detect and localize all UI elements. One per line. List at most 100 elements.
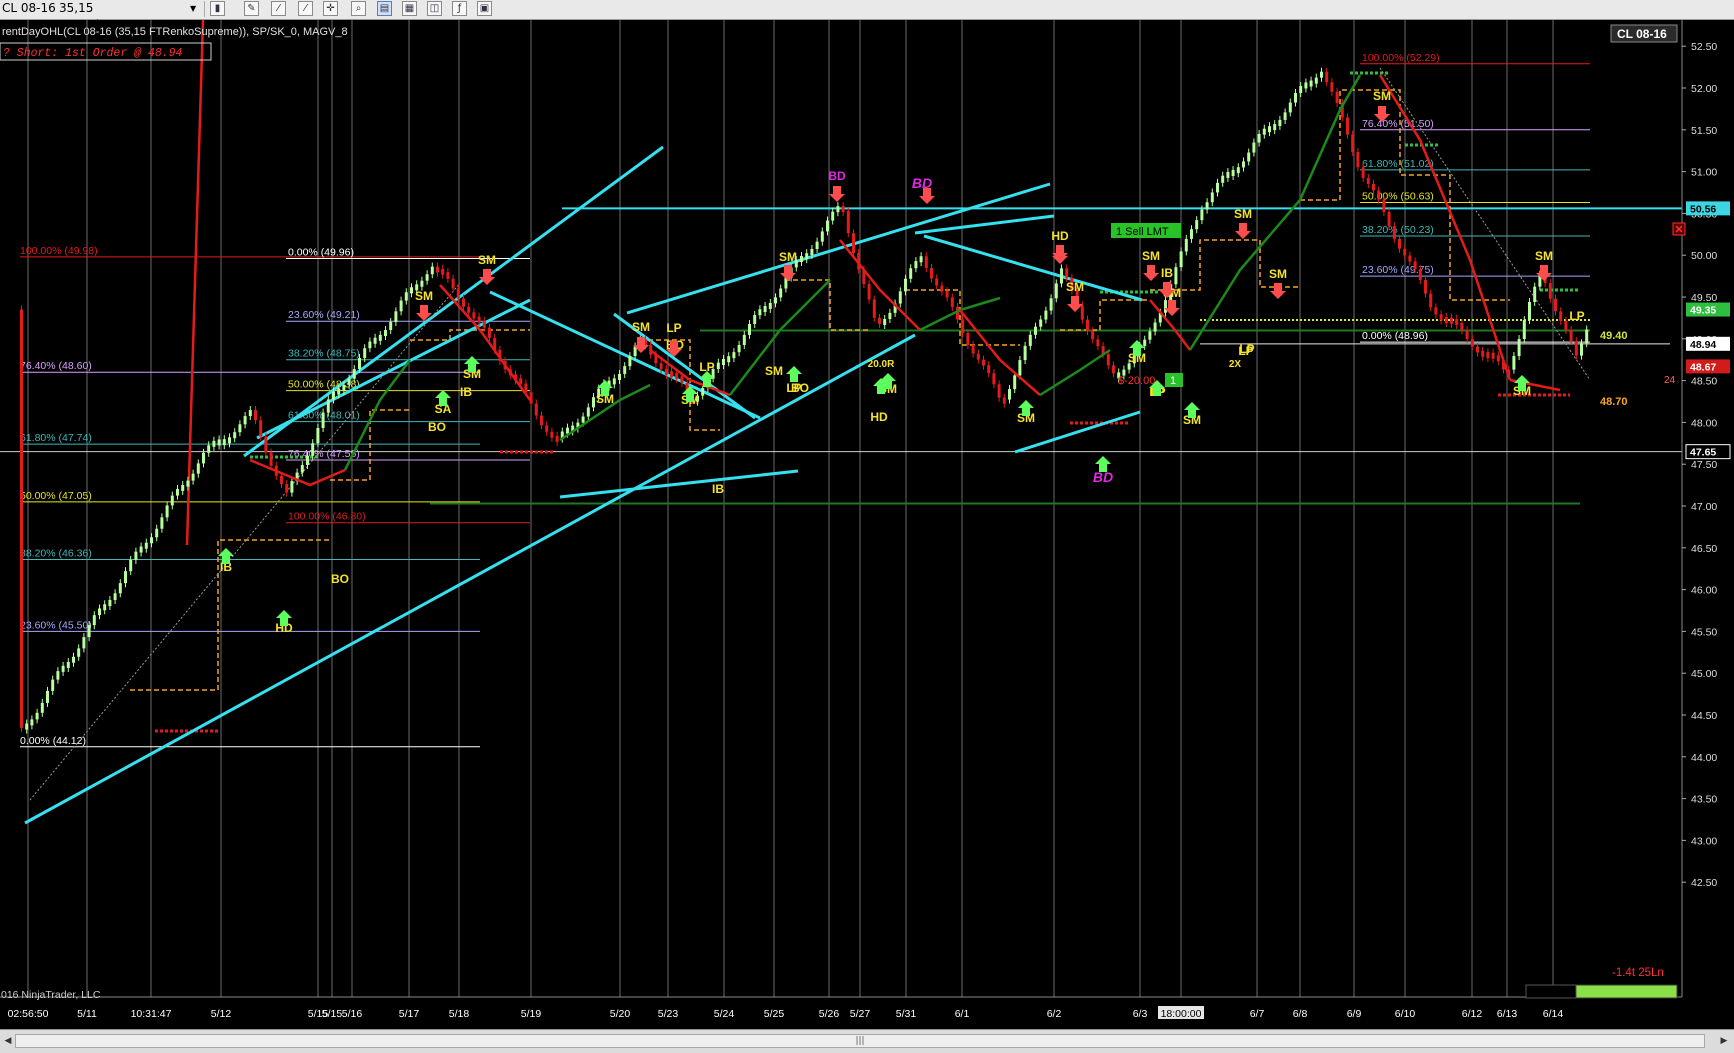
price-tag-label: 48.94 (1690, 339, 1716, 351)
chart-trader-icon[interactable]: ▤ (377, 1, 392, 16)
trade-signal-label: SM (1269, 267, 1287, 281)
up-bar (368, 341, 372, 349)
down-bar (1086, 319, 1089, 332)
up-bar (701, 388, 705, 396)
down-bar (971, 344, 975, 354)
x-axis-tick-label: 5/24 (714, 1008, 735, 1020)
up-bar (1314, 77, 1318, 84)
x-axis-tick-label: 6/10 (1395, 1008, 1416, 1020)
down-bar (846, 210, 850, 234)
trade-signal-label: SM (1234, 207, 1252, 221)
x-axis-tick-label: 6/3 (1133, 1008, 1148, 1020)
fib-level-label: 61.80% (47.74) (20, 432, 92, 444)
zoom-icon[interactable]: ⌕ (351, 1, 366, 16)
up-bar (430, 266, 434, 275)
x-axis-tick-label: 6/8 (1293, 1008, 1308, 1020)
draw-tool-icon[interactable]: ⁄ (271, 1, 286, 16)
up-bar (1023, 345, 1027, 361)
price-tag-label: 47.65 (1690, 447, 1716, 459)
up-bar (1320, 71, 1323, 78)
x-axis-tick-label: 5/16 (342, 1008, 363, 1020)
candlestick-icon[interactable]: ▮ (210, 1, 225, 16)
fib-level-label: 50.00% (50.63) (1362, 191, 1434, 203)
y-axis-tick-label: 51.50 (1691, 125, 1717, 137)
crosshair-icon[interactable]: ✛ (323, 1, 338, 16)
up-bar (337, 388, 341, 395)
down-bar (1002, 397, 1006, 404)
up-bar (1294, 92, 1297, 103)
price-chart[interactable]: 100.00% (49.98) 76.40% (48.60) 61.80% (47.… (0, 20, 1734, 1029)
y-axis-tick-label: 43.00 (1691, 835, 1717, 847)
down-bar (1335, 91, 1339, 103)
down-bar (1413, 261, 1417, 270)
y-axis-tick-label: 43.50 (1691, 794, 1717, 806)
up-bar (1028, 334, 1032, 346)
up-bar (1054, 283, 1058, 299)
scroll-thumb[interactable]: ||| (15, 1034, 1705, 1048)
up-bar (160, 517, 164, 529)
right-price-label: 48.70 (1600, 396, 1628, 408)
x-axis-tick-label: 10:31:47 (131, 1008, 172, 1020)
down-bar (1366, 177, 1370, 184)
indicator-icon[interactable]: ƒ (452, 1, 467, 16)
chart-scrollbar[interactable]: ◀ ||| ▶ (0, 1029, 1734, 1053)
fib-level-label: 76.40% (47.55) (288, 448, 360, 460)
down-bar (664, 368, 668, 375)
draw-tool-2-icon[interactable]: ⁄ (298, 1, 313, 16)
up-bar (233, 432, 237, 439)
up-bar (623, 366, 627, 374)
up-bar (425, 274, 429, 281)
down-bar (488, 327, 491, 338)
down-bar (659, 363, 663, 370)
down-bar (1455, 318, 1459, 325)
up-bar (1013, 375, 1017, 390)
down-bar (1569, 330, 1573, 342)
down-bar (1403, 248, 1407, 256)
up-bar (592, 397, 595, 408)
pencil-icon[interactable]: ✎ (244, 1, 259, 16)
scroll-left-icon[interactable]: ◀ (2, 1034, 14, 1048)
up-bar (113, 593, 117, 601)
bar-type-selector[interactable]: 35,15 FTRenkoSupreme (59, 0, 169, 32)
down-bar (1346, 117, 1349, 135)
down-bar (280, 475, 283, 485)
up-bar (1288, 102, 1292, 113)
up-bar (98, 608, 101, 616)
down-bar (1465, 330, 1469, 340)
up-bar (566, 427, 569, 434)
up-bar (150, 537, 153, 544)
up-bar (1174, 267, 1178, 285)
chevron-down-icon[interactable]: ▼ (190, 0, 196, 17)
up-bar (716, 362, 720, 370)
chart-type-icon[interactable]: ◫ (427, 1, 442, 16)
down-bar (872, 299, 876, 318)
price-tag-label: 49.35 (1690, 305, 1716, 317)
up-bar (306, 455, 309, 466)
up-bar (914, 261, 918, 269)
properties-icon[interactable]: ▣ (477, 1, 492, 16)
x-axis-tick-label: 5/20 (610, 1008, 631, 1020)
instrument-badge-label: CL 08-16 (1617, 27, 1667, 41)
down-bar (1372, 183, 1375, 191)
up-bar (1008, 389, 1011, 400)
fib-level-label: 61.80% (51.02) (1362, 158, 1434, 170)
up-bar (1153, 322, 1157, 332)
scroll-right-icon[interactable]: ▶ (1718, 1034, 1730, 1048)
data-box-icon[interactable]: ▦ (402, 1, 417, 16)
up-bar (820, 231, 824, 242)
down-bar (1382, 199, 1386, 213)
down-bar (852, 233, 855, 254)
up-bar (25, 723, 29, 730)
up-bar (1309, 80, 1313, 87)
trade-signal-label: SM (1142, 249, 1160, 263)
up-bar (238, 424, 242, 433)
down-bar (1444, 317, 1448, 324)
fib-level-label: 76.40% (51.50) (1362, 118, 1434, 130)
up-bar (155, 528, 159, 538)
pnl-label: -1.4t 25Ln (1612, 967, 1664, 979)
up-bar (1528, 301, 1531, 321)
down-bar (878, 317, 881, 324)
down-bar (269, 452, 273, 466)
up-bar (836, 206, 840, 213)
fib-level-label: 50.00% (47.05) (20, 490, 92, 502)
